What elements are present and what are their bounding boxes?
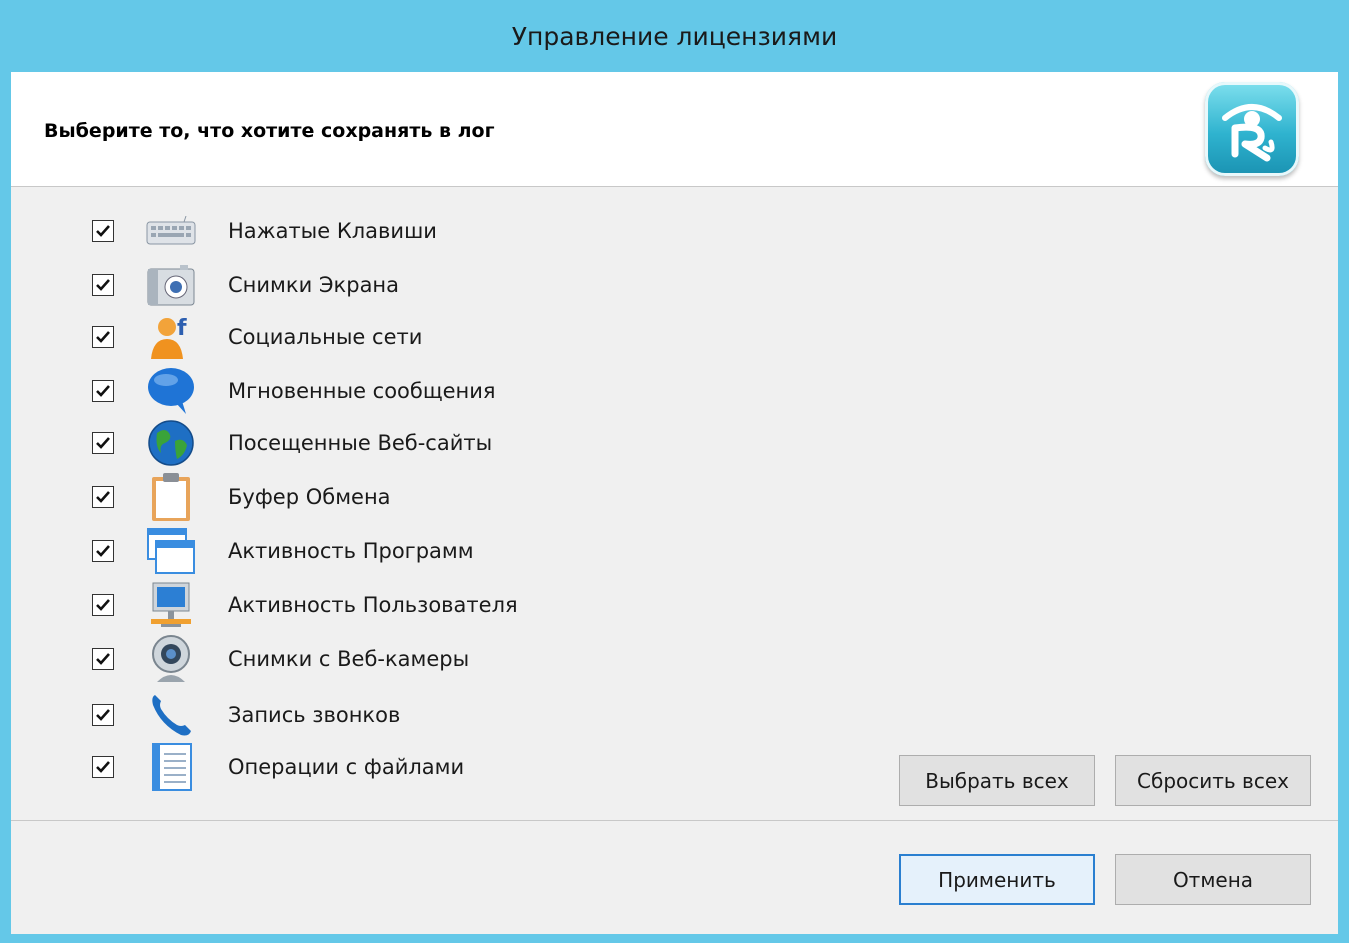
option-visited-websites[interactable]: Посещенные Веб-сайты [11, 418, 711, 468]
option-call-recording[interactable]: Запись звонков [11, 690, 711, 740]
app-logo-icon [1205, 82, 1299, 176]
option-clipboard[interactable]: Буфер Обмена [11, 472, 711, 522]
app-windows-icon [145, 525, 197, 577]
option-label: Снимки с Веб-камеры [228, 647, 470, 671]
option-checkbox[interactable] [92, 594, 114, 616]
option-file-operations[interactable]: Операции с файлами [11, 742, 711, 792]
phone-icon [145, 689, 197, 741]
header-prompt: Выберите то, что хотите сохранять в лог [44, 120, 495, 142]
option-label: Операции с файлами [228, 755, 465, 779]
option-checkbox[interactable] [92, 704, 114, 726]
select-all-button[interactable]: Выбрать всех [899, 755, 1095, 806]
dialog-body: Выберите то, что хотите сохранять в лог … [11, 72, 1338, 934]
option-checkbox[interactable] [92, 540, 114, 562]
option-webcam-snapshots[interactable]: Снимки с Веб-камеры [11, 634, 711, 684]
option-checkbox[interactable] [92, 380, 114, 402]
option-label: Активность Пользователя [228, 593, 518, 617]
social-network-icon: f [145, 311, 197, 363]
option-label: Нажатые Клавиши [228, 219, 437, 243]
option-screenshots[interactable]: Снимки Экрана [11, 260, 711, 310]
option-label: Социальные сети [228, 325, 423, 349]
dialog-header: Выберите то, что хотите сохранять в лог [11, 72, 1338, 187]
option-label: Активность Программ [228, 539, 474, 563]
chat-bubble-icon [145, 365, 197, 417]
keyboard-icon [145, 205, 197, 257]
clipboard-icon [145, 471, 197, 523]
option-keystrokes[interactable]: Нажатые Клавиши [11, 206, 711, 256]
option-user-activity[interactable]: Активность Пользователя [11, 580, 711, 630]
option-social-networks[interactable]: f Социальные сети [11, 312, 711, 362]
cancel-button[interactable]: Отмена [1115, 854, 1311, 905]
option-label: Посещенные Веб-сайты [228, 431, 493, 455]
option-checkbox[interactable] [92, 486, 114, 508]
option-label: Снимки Экрана [228, 273, 400, 297]
title-bar[interactable]: Управление лицензиями [0, 0, 1349, 72]
option-checkbox[interactable] [92, 326, 114, 348]
option-program-activity[interactable]: Активность Программ [11, 526, 711, 576]
option-checkbox[interactable] [92, 648, 114, 670]
reset-all-button[interactable]: Сбросить всех [1115, 755, 1311, 806]
option-checkbox[interactable] [92, 756, 114, 778]
computer-icon [145, 579, 197, 631]
apply-button[interactable]: Применить [899, 854, 1095, 905]
option-label: Буфер Обмена [228, 485, 391, 509]
globe-icon [145, 417, 197, 469]
webcam-icon [145, 633, 197, 685]
option-label: Мгновенные сообщения [228, 379, 496, 403]
option-checkbox[interactable] [92, 274, 114, 296]
option-checkbox[interactable] [92, 432, 114, 454]
notebook-icon [145, 741, 197, 793]
option-instant-messages[interactable]: Мгновенные сообщения [11, 366, 711, 416]
camera-icon [145, 259, 197, 311]
window-title: Управление лицензиями [511, 21, 838, 51]
option-label: Запись звонков [228, 703, 401, 727]
footer-divider [11, 820, 1338, 821]
option-checkbox[interactable] [92, 220, 114, 242]
svg-text:f: f [177, 316, 187, 341]
license-window: Управление лицензиями Выберите то, что х… [0, 0, 1349, 943]
